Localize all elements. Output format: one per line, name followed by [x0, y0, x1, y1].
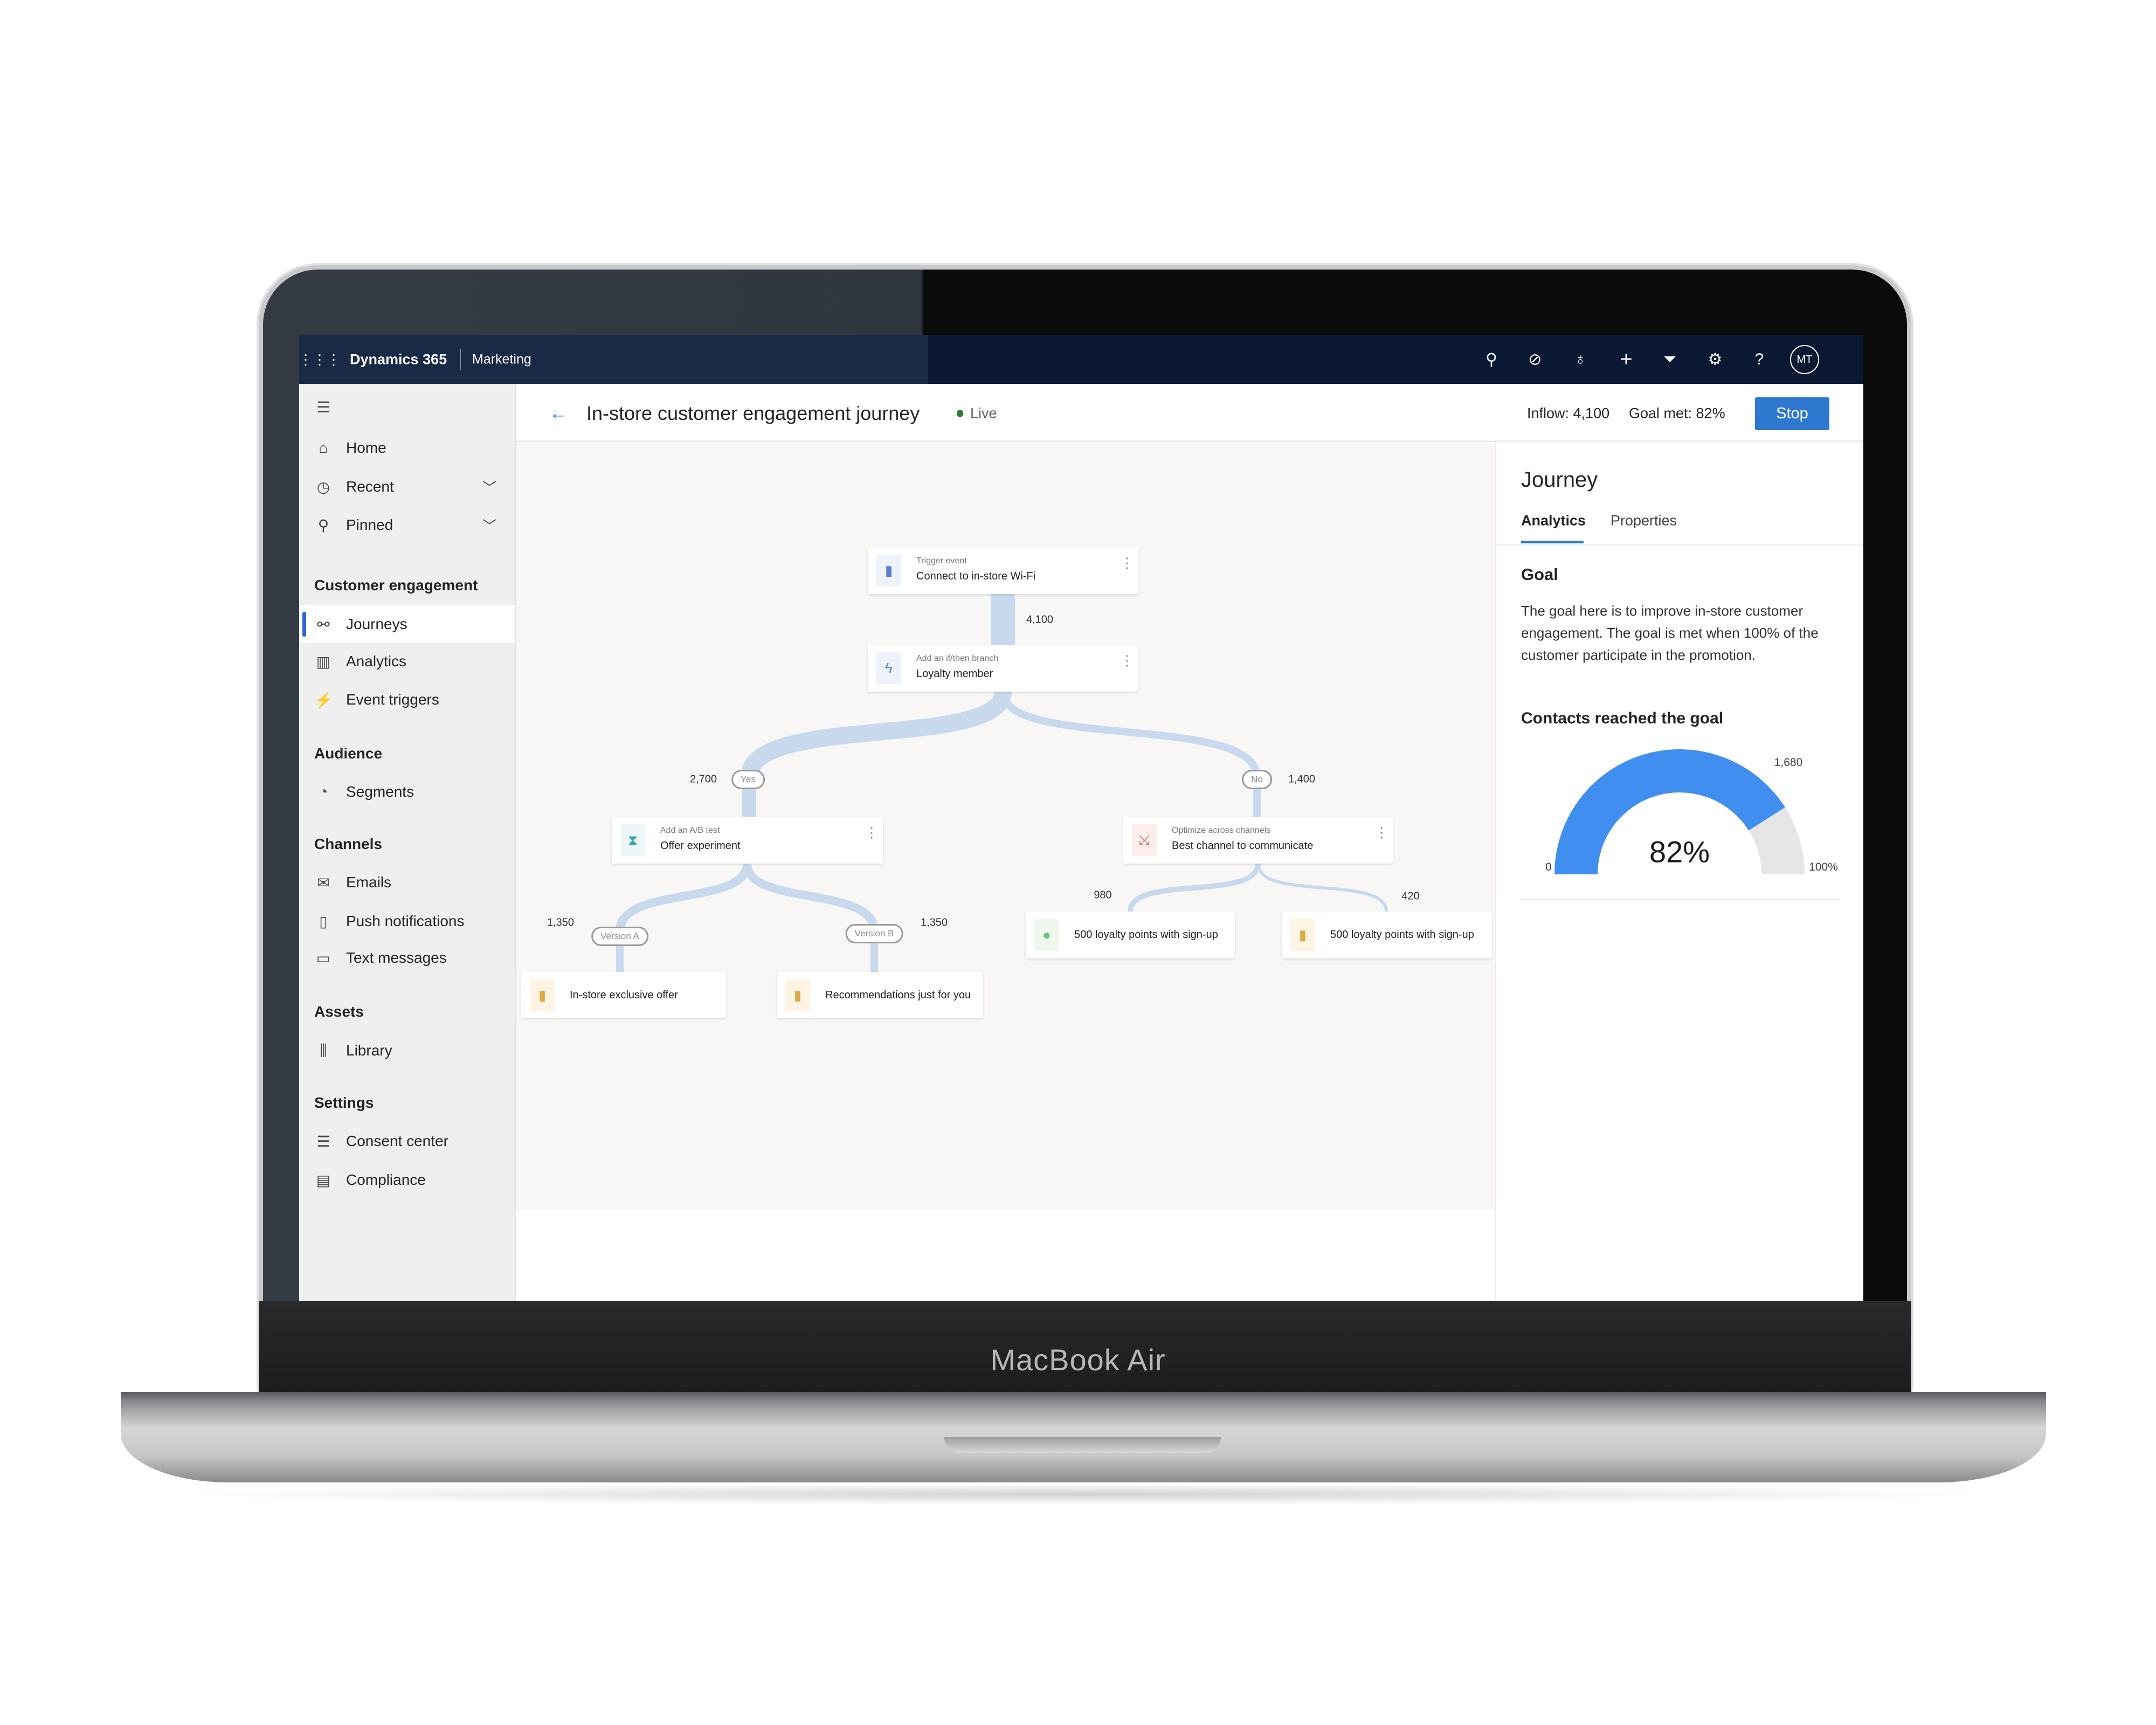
card-title: Offer experiment — [660, 840, 741, 852]
gear-icon[interactable]: ⚙ — [1708, 350, 1723, 369]
filter-icon[interactable]: ⏷ — [1663, 350, 1676, 369]
screen: ⋮⋮⋮ Dynamics 365 Marketing ⚲ ⊘ ♁ + ⏷ ⚙ ?… — [299, 335, 1863, 1301]
card-title: 500 loyalty points with sign-up — [1330, 929, 1474, 941]
push-notification-icon: ▮ — [1290, 919, 1315, 951]
card-title: In-store exclusive offer — [570, 989, 678, 1001]
flow-count: 4,100 — [1026, 613, 1054, 626]
card-title: Connect to in-store Wi-Fi — [916, 570, 1036, 582]
inflow-count: Inflow: 4,100 — [1527, 405, 1610, 422]
stop-button[interactable]: Stop — [1755, 397, 1829, 430]
device-label: MacBook Air — [990, 1343, 1166, 1377]
card-type: Add an A/B test — [660, 826, 720, 835]
help-icon[interactable]: ? — [1755, 350, 1764, 369]
flow-count: 1,350 — [547, 916, 575, 929]
avatar[interactable]: MT — [1790, 345, 1819, 374]
laptop-notch — [944, 1437, 1221, 1453]
panel-divider — [1521, 899, 1839, 900]
branch-card[interactable]: ϟ Add an if/then branch Loyalty member ⋮ — [868, 645, 1138, 692]
lightning-icon: ϟ — [876, 652, 901, 684]
laptop-shadow — [162, 1484, 2005, 1505]
leaf-card-recommendations[interactable]: ▮ Recommendations just for you — [777, 972, 983, 1018]
card-type: Trigger event — [916, 556, 967, 565]
more-options-icon[interactable]: ⋮ — [865, 825, 879, 839]
magic-wand-icon: ⤩ — [1132, 824, 1157, 856]
trigger-card[interactable]: ▮ Trigger event Connect to in-store Wi-F… — [868, 547, 1138, 594]
flow-channel-2 — [1256, 863, 1388, 912]
flow-version-b — [743, 863, 879, 932]
journey-flows — [616, 594, 1388, 972]
goal-met: Goal met: 82% — [1629, 405, 1725, 422]
gauge-min: 0 — [1545, 861, 1552, 873]
more-options-icon[interactable]: ⋮ — [1374, 825, 1388, 839]
flow-count: 980 — [1094, 889, 1112, 901]
card-title: Recommendations just for you — [825, 989, 971, 1001]
flow-count: 1,400 — [1288, 773, 1316, 785]
channel-card-sms[interactable]: ● 500 loyalty points with sign-up — [1026, 912, 1235, 958]
task-icon[interactable]: ⊘ — [1528, 350, 1542, 369]
gauge-target: 1,680 — [1774, 756, 1803, 769]
door-icon: ▮ — [876, 555, 901, 586]
gauge-max: 100% — [1809, 861, 1838, 873]
card-title: Best channel to communicate — [1172, 840, 1314, 852]
version-a-pill[interactable]: Version A — [591, 927, 648, 946]
card-title: Loyalty member — [916, 668, 993, 680]
card-title: 500 loyalty points with sign-up — [1074, 929, 1218, 941]
yes-branch-pill[interactable]: Yes — [731, 770, 765, 789]
push-notification-icon: ▮ — [530, 979, 555, 1011]
gauge-value: 82% — [1649, 834, 1710, 869]
push-notification-icon: ▮ — [785, 979, 810, 1011]
flow-no — [999, 691, 1261, 778]
version-b-pill[interactable]: Version B — [845, 924, 903, 943]
leaf-card-in-store-offer[interactable]: ▮ In-store exclusive offer — [521, 972, 726, 1018]
flow-count: 2,700 — [689, 773, 717, 785]
more-options-icon[interactable]: ⋮ — [1120, 556, 1134, 570]
flow-channel-1 — [1128, 863, 1261, 912]
flow-count: 1,350 — [920, 916, 948, 929]
channel-card-push[interactable]: ▮ 500 loyalty points with sign-up — [1282, 912, 1492, 958]
lightbulb-icon[interactable]: ♁ — [1574, 350, 1587, 369]
flow-yes — [741, 690, 1012, 779]
more-options-icon[interactable]: ⋮ — [1120, 653, 1134, 667]
optimize-card[interactable]: ⤩ Optimize across channels Best channel … — [1123, 817, 1393, 864]
plus-icon[interactable]: + — [1620, 348, 1632, 372]
card-type: Add an if/then branch — [916, 654, 999, 663]
flow-version-a — [616, 863, 751, 932]
card-type: Optimize across channels — [1172, 826, 1271, 835]
journey-panel: Journey Analytics Properties Goal The go… — [1495, 442, 1863, 1301]
no-branch-pill[interactable]: No — [1242, 770, 1272, 789]
chat-bubble-icon: ● — [1034, 919, 1059, 951]
ab-test-card[interactable]: ⧗ Add an A/B test Offer experiment ⋮ — [612, 817, 883, 864]
flow-count: 420 — [1401, 890, 1420, 902]
flask-icon: ⧗ — [620, 824, 645, 856]
